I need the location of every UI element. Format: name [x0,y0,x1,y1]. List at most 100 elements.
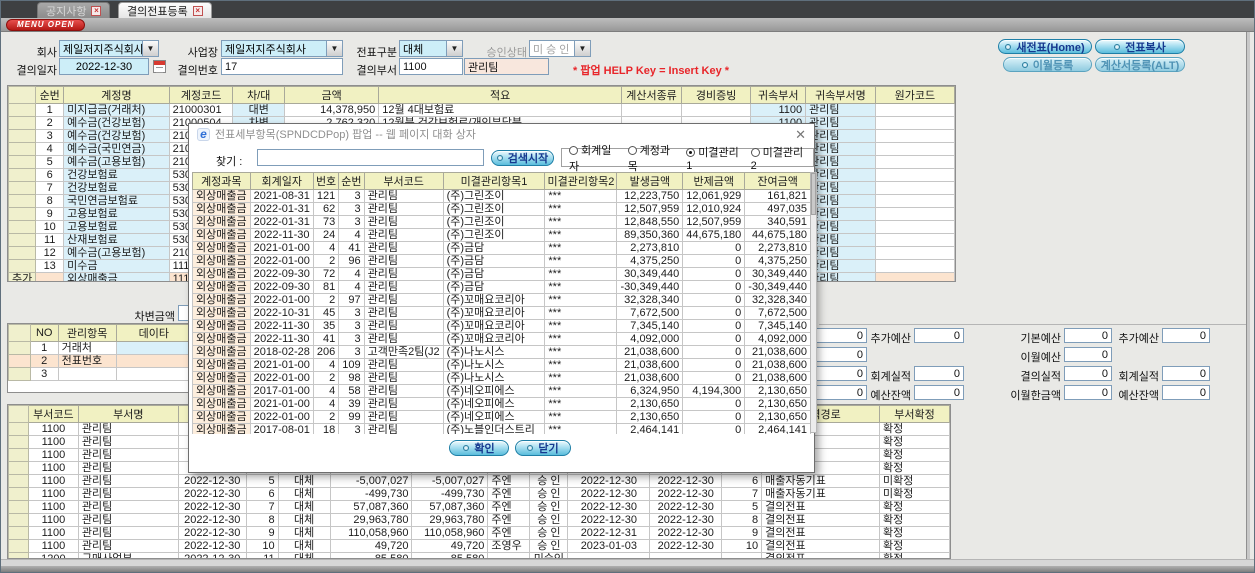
cell-dept-name[interactable]: 관리팀 [77,513,179,527]
resolution-date-field[interactable]: 2022-12-30 [59,58,149,75]
cell-no[interactable]: 8 [245,513,279,527]
cell-repaid-amount[interactable]: 0 [682,358,746,372]
cell-occur-amount[interactable]: 2,130,650 [616,397,684,411]
cell-repaid-amount[interactable]: 4,194,300 [682,384,746,398]
cell-no2[interactable]: 6 [721,474,763,488]
cell-dept[interactable]: 관리팀 [363,423,444,434]
cell-dept-name[interactable]: 관리팀 [77,526,179,540]
cell-seq[interactable]: 98 [338,371,365,385]
cell-item[interactable]: 전표번호 [57,354,117,368]
cell-row-marker[interactable] [8,207,37,221]
cell-row-marker[interactable] [8,168,37,182]
cell-account-date[interactable]: 2022-01-31 [249,215,314,229]
cell-cost-code[interactable] [874,246,955,260]
cell-seq[interactable] [35,272,65,281]
cell-balance-amount[interactable]: 7,345,140 [744,319,811,333]
radio-icon[interactable] [750,147,760,157]
cell-seq[interactable]: 99 [338,410,365,424]
cell-cost-code[interactable] [874,272,955,281]
resolution-no-input[interactable] [221,58,343,75]
cell-dept[interactable]: 관리팀 [363,397,444,411]
cell-no[interactable]: 4 [312,397,340,411]
cell-seq[interactable]: 3 [338,215,365,229]
cell-open-item1[interactable]: (주)그린조이 [442,189,546,203]
chevron-down-icon[interactable]: ▼ [446,41,462,56]
cell-open-item1[interactable]: (주)네오피에스 [442,397,546,411]
cell-approval-date[interactable]: 2022-12-30 [567,474,651,488]
cell-dept-confirm[interactable]: 확정 [878,539,950,553]
cell-account[interactable]: 외상매출금 [192,397,251,411]
cell-repaid-amount[interactable]: 0 [682,423,746,434]
cell-no[interactable]: 2 [312,410,340,424]
cell-dept-code[interactable]: 1100 [27,500,79,514]
cell-no[interactable]: 45 [312,306,340,320]
cell-repaid-amount[interactable]: 0 [682,345,746,359]
cell-open-item2[interactable]: *** [544,267,618,281]
slip-type-combo[interactable]: 대체 ▼ [399,40,463,57]
cell-account-date[interactable]: 2022-09-30 [249,267,314,281]
cell-open-item1[interactable]: (주)네오피에스 [442,384,546,398]
cell-credit-amount[interactable]: 49,720 [411,539,489,553]
cell-row-marker[interactable] [8,341,31,355]
cell-writer[interactable]: 주엔 [487,487,531,501]
cell-approval-date[interactable]: 2022-12-31 [567,526,651,540]
cell-cost-code[interactable] [874,259,955,273]
close-button[interactable]: 닫기 [515,440,571,456]
cell-account[interactable]: 외상매출금 [192,306,251,320]
budget-value-field[interactable]: 0 [914,385,964,400]
cell-dept-name[interactable]: 관리팀 [805,129,876,143]
cell-cost-code[interactable] [874,233,955,247]
cell-account-name[interactable]: 고용보험료 [63,220,170,234]
radio-option-unselected[interactable]: 미결관리2 [750,144,806,172]
cell-dept-confirm[interactable]: 확정 [878,526,950,540]
cell-item[interactable]: 거래처 [57,341,117,355]
cell-row-marker[interactable] [8,500,29,514]
cell-seq[interactable]: 3 [35,129,65,143]
cell-approval-date[interactable]: 2022-12-30 [567,513,651,527]
cell-dept-name[interactable]: 관리팀 [77,435,179,449]
cell-dept-confirm[interactable]: 확정 [878,513,950,527]
cell-occur-amount[interactable]: 21,038,600 [616,371,684,385]
cell-balance-amount[interactable]: 32,328,340 [744,293,811,307]
cell-no[interactable]: 81 [312,280,340,294]
cell-dept-name[interactable]: 관리팀 [77,448,179,462]
cell-open-item1[interactable]: (주)꼬매요코리아 [442,319,546,333]
cell-repaid-amount[interactable]: 0 [682,267,746,281]
cell-account-name[interactable]: 건강보험료 [63,181,170,195]
cell-account-name[interactable]: 국민연금보험료 [63,194,170,208]
cell-dept[interactable]: 관리팀 [363,228,444,242]
cell-dept-code[interactable]: 1100 [27,448,79,462]
cell-account[interactable]: 외상매출금 [192,332,251,346]
chevron-down-icon[interactable]: ▼ [326,41,342,56]
cell-open-item1[interactable]: (주)네오피에스 [442,410,546,424]
cell-date[interactable]: 2022-12-30 [177,487,247,501]
cell-account-date[interactable]: 2022-01-31 [249,202,314,216]
cell-open-item2[interactable]: *** [544,189,618,203]
cell-account-date[interactable]: 2018-02-28 [249,345,314,359]
cell-dept[interactable]: 관리팀 [363,189,444,203]
cell-account-date[interactable]: 2022-12-30 [649,487,723,501]
cell-tax-invoice-type[interactable] [621,103,682,117]
cell-seq[interactable]: 3 [338,319,365,333]
cell-dept-code[interactable]: 1100 [27,526,79,540]
cell-no[interactable]: 5 [245,474,279,488]
cell-slip-type[interactable]: 대체 [277,513,331,527]
ok-button[interactable]: 확인 [449,440,509,456]
cell-open-item2[interactable]: *** [544,423,618,434]
cell-occur-amount[interactable]: 12,507,959 [616,202,684,216]
cell-approval-date[interactable]: 2022-12-30 [567,500,651,514]
cell-open-item2[interactable]: *** [544,410,618,424]
radio-option-unselected[interactable]: 회계일자 [569,142,619,174]
cell-no[interactable]: 4 [312,241,340,255]
chevron-down-icon[interactable]: ▼ [142,41,158,56]
cell-seq[interactable]: 3 [338,345,365,359]
cell-account-name[interactable]: 예수금(고용보험) [63,246,170,260]
calendar-icon[interactable] [153,60,166,73]
cell-writer[interactable]: 주엔 [487,513,531,527]
cell-dept-confirm[interactable]: 미확정 [878,487,950,501]
cell-date[interactable]: 2022-12-30 [177,526,247,540]
cell-seq[interactable]: 3 [338,306,365,320]
cell-open-item2[interactable]: *** [544,228,618,242]
cell-repaid-amount[interactable]: 12,061,929 [682,189,746,203]
cell-dept[interactable]: 관리팀 [363,332,444,346]
